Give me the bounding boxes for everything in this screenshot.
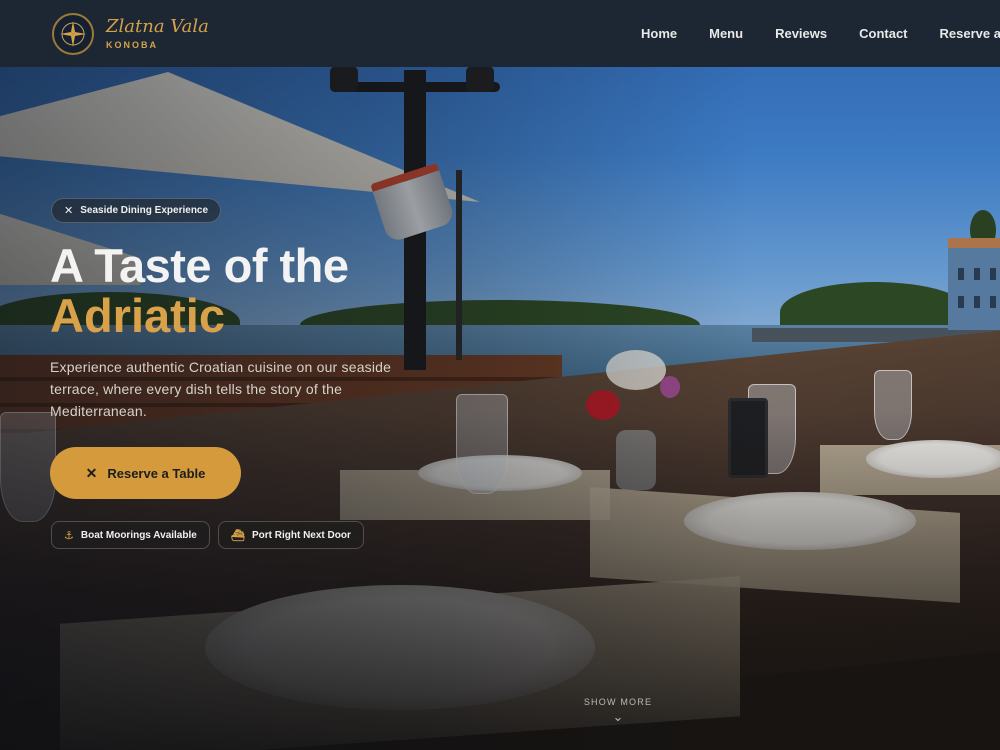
hero-subtitle: Experience authentic Croatian cuisine on… [50,359,392,419]
nav-reserve[interactable]: Reserve a Table [940,26,1000,41]
show-more-link[interactable]: SHOW MORE ⌄ [570,697,666,725]
feature-badge-label: Boat Moorings Available [80,529,197,541]
reserve-table-button[interactable]: ✕ Reserve a Table [50,447,241,499]
logo-name: Zlatna Vala [106,16,209,37]
hero-tag-label: Seaside Dining Experience [80,205,209,216]
feature-badge-moorings: ⚓ Boat Moorings Available [51,521,210,549]
utensils-icon: ✕ [64,205,74,217]
main-nav: Home Menu Reviews Contact Reserve a Tabl… [641,0,1000,67]
hero-title-accent: Adriatic [50,289,225,342]
logo[interactable]: Zlatna Vala KONOBA [106,16,209,51]
anchor-icon: ⚓ [64,529,74,542]
boat-icon: ⛴ [231,529,245,542]
nav-home[interactable]: Home [641,26,677,41]
compass-rose-icon[interactable] [52,12,94,55]
utensils-icon: ✕ [85,464,98,481]
show-more-label: SHOW MORE [583,697,653,707]
nav-menu[interactable]: Menu [709,26,743,41]
chevron-down-icon: ⌄ [612,709,624,724]
nav-reviews[interactable]: Reviews [775,26,827,41]
site-header: Zlatna Vala KONOBA Home Menu Reviews Con… [0,0,1000,67]
reserve-table-label: Reserve a Table [107,465,206,481]
nav-contact[interactable]: Contact [859,26,907,41]
feature-badge-port: ⛴ Port Right Next Door [218,521,364,549]
hero-tag-badge: ✕ Seaside Dining Experience [51,198,222,223]
feature-badge-label: Port Right Next Door [251,529,351,541]
hero-title: A Taste of the [50,239,349,292]
logo-subtitle: KONOBA [106,40,158,50]
